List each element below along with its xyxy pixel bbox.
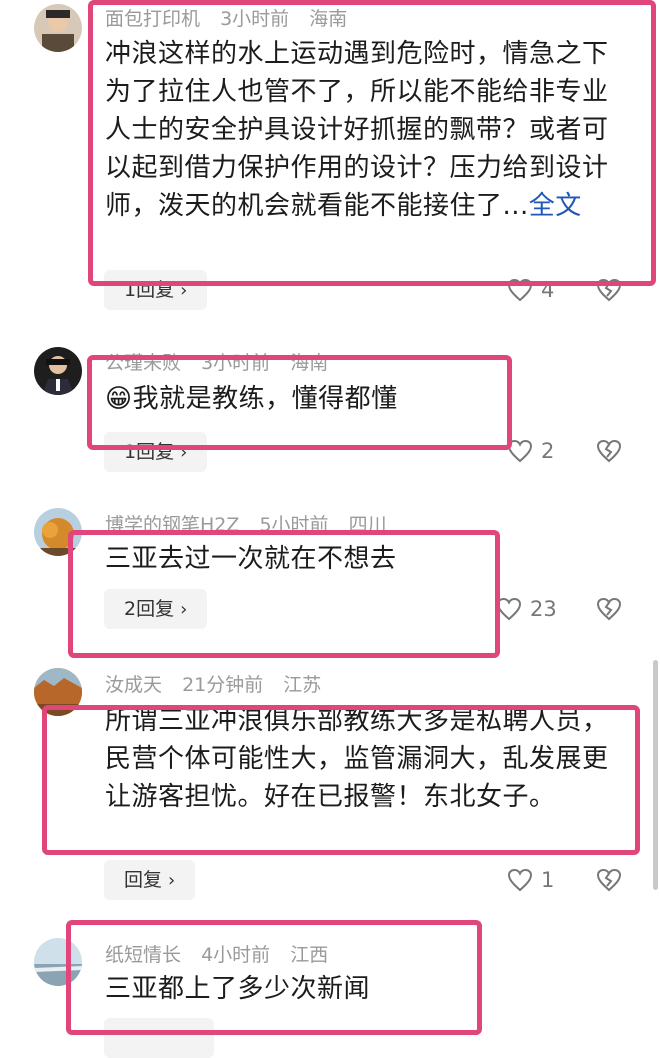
comment-text: 三亚去过一次就在不想去 xyxy=(105,540,625,578)
expand-link[interactable]: 全文 xyxy=(529,191,582,221)
comment-meta: 纸短情长 4小时前 江西 xyxy=(105,940,342,967)
dislike-button[interactable] xyxy=(595,868,623,896)
comment-text: 三亚都上了多少次新闻 xyxy=(105,970,625,1008)
comment-text: 😁我就是教练，懂得都懂 xyxy=(105,380,625,418)
username[interactable]: 纸短情长 xyxy=(105,944,181,966)
reply-label: 1回复 xyxy=(124,441,175,463)
like-count: 2 xyxy=(541,439,555,463)
like-count: 23 xyxy=(530,597,557,621)
location: 海南 xyxy=(309,8,348,30)
comment-text-content: 三亚都上了多少次新闻 xyxy=(105,974,371,1004)
chevron-right-icon: › xyxy=(180,280,188,301)
heart-outline-icon xyxy=(496,597,522,621)
reply-button[interactable]: 1回复 › xyxy=(104,432,208,472)
timestamp: 3小时前 xyxy=(220,8,290,30)
reply-button[interactable]: 1回复 › xyxy=(104,270,208,310)
username[interactable]: 博学的钢笔H2Z xyxy=(105,514,239,536)
timestamp: 4小时前 xyxy=(201,944,271,966)
comment-meta: 公瑾未败 3小时前 海南 xyxy=(105,348,342,375)
location: 江苏 xyxy=(283,674,322,696)
avatar[interactable] xyxy=(34,508,82,556)
reply-label: 回复 xyxy=(124,869,163,891)
like-button[interactable]: 23 xyxy=(496,597,557,621)
reply-button[interactable]: 回复 › xyxy=(104,860,196,900)
broken-heart-icon xyxy=(596,439,622,463)
dislike-button[interactable] xyxy=(595,597,623,625)
comment-meta: 面包打印机 3小时前 海南 xyxy=(105,4,361,31)
like-button[interactable]: 4 xyxy=(507,278,554,302)
comment-text-content: 三亚去过一次就在不想去 xyxy=(105,544,397,574)
dislike-button[interactable] xyxy=(595,439,623,467)
chevron-right-icon: › xyxy=(180,442,188,463)
reply-label: 1回复 xyxy=(124,279,175,301)
chevron-right-icon: › xyxy=(180,599,188,620)
timestamp: 3小时前 xyxy=(201,352,271,374)
timestamp: 5小时前 xyxy=(259,514,329,536)
reply-label: 2回复 xyxy=(124,598,175,620)
location: 海南 xyxy=(290,352,329,374)
avatar[interactable] xyxy=(34,4,82,52)
heart-outline-icon xyxy=(507,278,533,302)
heart-outline-icon xyxy=(507,868,533,892)
reply-button[interactable] xyxy=(104,1018,214,1058)
username[interactable]: 公瑾未败 xyxy=(105,352,181,374)
username[interactable]: 面包打印机 xyxy=(105,8,200,30)
avatar[interactable] xyxy=(34,938,82,986)
reply-button[interactable]: 2回复 › xyxy=(104,589,208,629)
comment-meta: 博学的钢笔H2Z 5小时前 四川 xyxy=(105,510,401,537)
broken-heart-icon xyxy=(596,278,622,302)
timestamp: 21分钟前 xyxy=(182,674,264,696)
comment-meta: 汝成天 21分钟前 江苏 xyxy=(105,670,335,697)
avatar[interactable] xyxy=(34,347,82,395)
like-button[interactable]: 2 xyxy=(507,439,554,463)
location: 江西 xyxy=(290,944,329,966)
like-count: 4 xyxy=(541,278,555,302)
scrollbar[interactable] xyxy=(653,660,658,890)
broken-heart-icon xyxy=(596,597,622,621)
heart-outline-icon xyxy=(507,439,533,463)
location: 四川 xyxy=(348,514,387,536)
avatar[interactable] xyxy=(34,668,82,716)
broken-heart-icon xyxy=(596,868,622,892)
chevron-right-icon: › xyxy=(168,870,176,891)
grin-emoji-icon: 😁 xyxy=(105,384,133,414)
dislike-button[interactable] xyxy=(595,278,623,306)
comment-text: 所谓三亚冲浪俱乐部教练大多是私聘人员，民营个体可能性大，监管漏洞大，乱发展更让游… xyxy=(105,702,625,816)
like-button[interactable]: 1 xyxy=(507,868,554,892)
comment-text-content: 所谓三亚冲浪俱乐部教练大多是私聘人员，民营个体可能性大，监管漏洞大，乱发展更让游… xyxy=(105,706,609,812)
comment-text-content: 我就是教练，懂得都懂 xyxy=(132,384,398,414)
username[interactable]: 汝成天 xyxy=(105,674,162,696)
like-count: 1 xyxy=(541,868,555,892)
comment-text: 冲浪这样的水上运动遇到危险时，情急之下为了拉住人也管不了，所以能不能给非专业人士… xyxy=(105,35,625,225)
